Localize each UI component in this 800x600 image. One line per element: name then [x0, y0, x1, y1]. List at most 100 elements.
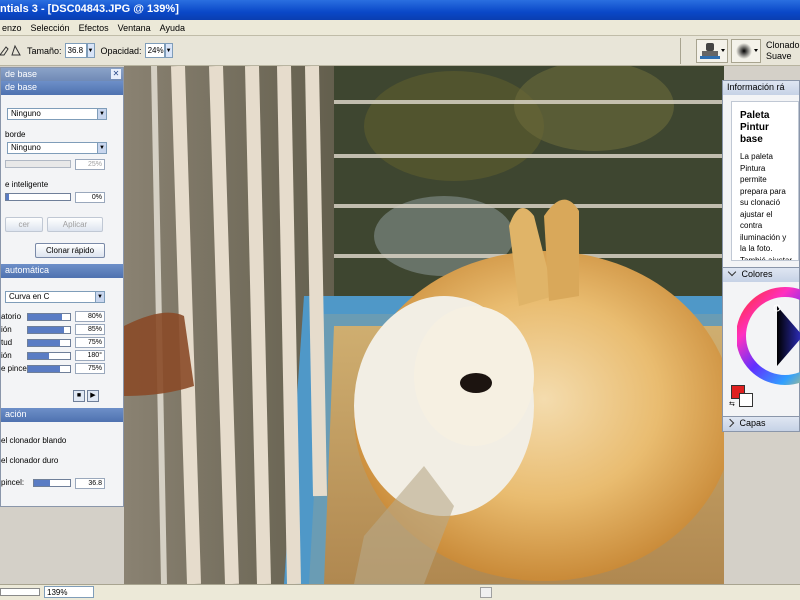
layers-header[interactable]: Capas [723, 417, 799, 431]
param-slider-fill [28, 353, 49, 359]
paint-palette-panel: de base ✕ de base Ninguno ▼ borde Ningun… [0, 67, 124, 507]
menu-item-edit[interactable]: enzo [2, 23, 22, 33]
param-slider[interactable] [27, 339, 71, 347]
quick-info-title: Información rá [727, 82, 785, 92]
tool-mode: Suave [766, 51, 792, 61]
menu-item-effects[interactable]: Efectos [79, 23, 109, 33]
param-value[interactable]: 75% [75, 363, 105, 374]
color-wheel[interactable] [737, 284, 800, 388]
size-dropdown-icon[interactable]: ▼ [86, 43, 95, 58]
colors-title: Colores [741, 269, 773, 279]
tool-name: Clonador [766, 40, 800, 50]
size-label: Tamaño: [27, 45, 62, 56]
fill-section-header[interactable]: de base [1, 81, 123, 95]
param-slider[interactable] [27, 365, 71, 373]
border-value[interactable]: 25% [75, 159, 105, 170]
auto-section-header[interactable]: automática [1, 264, 123, 278]
curve-select[interactable]: Curva en C ▼ [5, 291, 105, 303]
param-value[interactable]: 180° [75, 350, 105, 361]
param-slider[interactable] [27, 352, 71, 360]
panel-title: de base [5, 69, 38, 79]
param-value[interactable]: 75% [75, 337, 105, 348]
scrollbar-thumb[interactable] [480, 587, 492, 598]
fill-section-title: de base [5, 82, 38, 92]
clone-section-header[interactable]: ación [1, 408, 123, 422]
menu-item-selection[interactable]: Selección [31, 23, 70, 33]
status-bar: 139% [0, 584, 800, 600]
colors-header[interactable]: Colores [723, 268, 799, 282]
smart-value[interactable]: 0% [75, 192, 105, 203]
clone-section-title: ación [5, 409, 27, 419]
secondary-color-swatch[interactable] [739, 393, 753, 407]
tool-options-icons[interactable] [0, 43, 22, 59]
stop-icon[interactable]: ■ [73, 390, 85, 402]
window-title: ntials 3 - [DSC04843.JPG @ 139%] [0, 3, 179, 15]
paint-palette-header: de base ✕ [1, 68, 123, 82]
fill-select[interactable]: Ninguno ▼ [7, 108, 107, 120]
clone-stamp-tool-button[interactable] [696, 39, 728, 63]
opacity-dropdown-icon[interactable]: ▼ [164, 43, 173, 58]
size-input[interactable]: 36.8 [64, 43, 87, 58]
layers-title: Capas [739, 418, 766, 428]
soft-clone-option[interactable]: el clonador blando [1, 436, 66, 445]
chevron-down-icon [727, 268, 737, 277]
swap-colors-icon[interactable]: ⇆ [729, 400, 735, 408]
param-label: ión [1, 351, 12, 360]
param-slider[interactable] [27, 326, 71, 334]
quick-info-heading: Paleta Pintur base [740, 110, 770, 145]
apply-button[interactable]: Aplicar [47, 217, 103, 232]
param-slider[interactable] [27, 313, 71, 321]
menu-item-window[interactable]: Ventana [118, 23, 151, 33]
chevron-down-icon[interactable]: ▼ [97, 143, 106, 153]
param-slider-fill [28, 340, 60, 346]
auto-section-title: automática [5, 265, 50, 275]
playback-controls: ■ ▶ [73, 390, 103, 402]
param-slider-fill [28, 314, 62, 320]
image-canvas[interactable] [124, 66, 724, 584]
smart-slider[interactable] [5, 193, 71, 201]
smart-label: e inteligente [5, 180, 49, 189]
quick-info-content: Paleta Pintur base La paleta Pintura per… [731, 101, 799, 261]
border-slider[interactable] [5, 160, 71, 168]
border-label: borde [5, 130, 26, 139]
rabbit-photo [124, 66, 724, 584]
cancel-button[interactable]: cer [5, 217, 43, 232]
chevron-down-icon[interactable]: ▼ [95, 292, 104, 302]
play-icon[interactable]: ▶ [87, 390, 99, 402]
tool-options-bar: Tamaño: 36.8 ▼ Opacidad: 24% ▼ Clonador … [0, 36, 800, 66]
border-select[interactable]: Ninguno ▼ [7, 142, 107, 154]
clone-stamp-icon [700, 43, 725, 59]
menu-item-help[interactable]: Ayuda [160, 23, 185, 33]
zoom-slider[interactable] [0, 588, 40, 596]
close-icon[interactable]: ✕ [111, 69, 121, 79]
param-value[interactable]: 80% [75, 311, 105, 322]
param-label: ión [1, 325, 12, 334]
brush-size-label: pincel: [1, 478, 25, 487]
menu-bar: enzo Selección Efectos Ventana Ayuda [0, 20, 800, 36]
opacity-label: Opacidad: [100, 45, 142, 56]
param-slider-fill [28, 366, 60, 372]
colors-panel: Colores ⇆ [722, 267, 800, 417]
param-label: atorio [1, 312, 22, 321]
tool-name-group: Clonador Suave [766, 40, 800, 62]
quick-info-header[interactable]: Información rá [723, 81, 799, 95]
quick-info-body: La paleta Pintura permite prepara para s… [740, 152, 793, 261]
hard-clone-option[interactable]: el clonador duro [1, 456, 58, 465]
quick-clone-button[interactable]: Clonar rápido [35, 243, 105, 258]
zoom-value[interactable]: 139% [44, 586, 94, 598]
param-label: tud [1, 338, 13, 347]
fill-select-value: Ninguno [11, 109, 41, 118]
brush-tip-button[interactable] [731, 39, 761, 63]
brush-size-slider[interactable] [33, 479, 71, 487]
quick-info-panel: Información rá Paleta Pintur base La pal… [722, 80, 800, 270]
param-value[interactable]: 85% [75, 324, 105, 335]
param-slider-fill [28, 327, 64, 333]
curve-select-value: Curva en C [9, 292, 50, 301]
title-bar: ntials 3 - [DSC04843.JPG @ 139%] [0, 0, 800, 20]
brush-size-value[interactable]: 36.8 [75, 478, 105, 489]
opacity-input[interactable]: 24% [144, 43, 165, 58]
toolbar-divider [680, 38, 681, 64]
param-label: e pincel [1, 364, 29, 373]
chevron-down-icon[interactable]: ▼ [97, 109, 106, 119]
border-select-value: Ninguno [11, 143, 41, 152]
